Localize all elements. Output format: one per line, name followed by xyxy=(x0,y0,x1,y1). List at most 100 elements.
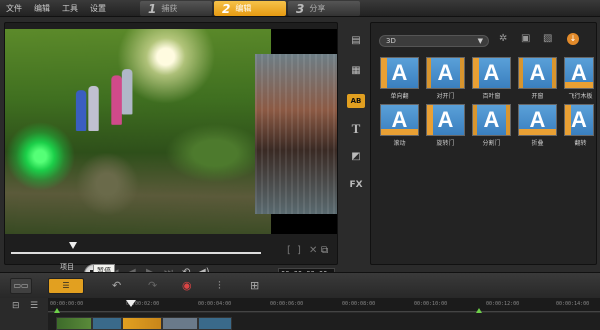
scrub-bar[interactable] xyxy=(11,252,261,254)
library-panel: 3D ▼ ✲ ▣ ▧ ↓ A A A A A 单向翻 对开门 百叶窗 开窗 飞行… xyxy=(370,22,597,265)
person-figure xyxy=(75,90,87,131)
thumbnail-label: 开窗 xyxy=(531,93,544,100)
thumbnail-label: 折叠 xyxy=(531,140,544,147)
thumbnail-label: 单向翻 xyxy=(390,93,409,100)
transition-thumbnail[interactable]: A xyxy=(472,104,511,136)
menu-file[interactable]: 文件 xyxy=(6,3,22,14)
title-icon[interactable]: T xyxy=(347,122,365,136)
split-icon[interactable]: ✕ xyxy=(309,245,317,256)
step-number: 3 xyxy=(296,1,305,16)
timeline-view-icon[interactable]: ☰ xyxy=(48,278,84,294)
step-label: 捕获 xyxy=(161,4,178,13)
category-dropdown-value: 3D xyxy=(386,37,396,45)
workflow-steps: 1 捕获 2 编辑 3 分享 xyxy=(140,1,370,16)
scrub-handle[interactable] xyxy=(69,242,77,249)
transition-wall-effect xyxy=(255,54,337,214)
thumbnail-glyph: A xyxy=(571,60,587,85)
mode-project-label[interactable]: 项目 xyxy=(60,262,74,272)
transition-thumbnail[interactable]: A xyxy=(518,57,557,89)
thumbnail-label: 分割门 xyxy=(482,140,501,147)
menu-settings[interactable]: 设置 xyxy=(90,3,106,14)
thumbnail-label: 飞行木板 xyxy=(568,93,593,100)
ruler-tick: 00:00:08:00 xyxy=(342,301,376,307)
step-capture[interactable]: 1 捕获 xyxy=(140,1,212,16)
thumbnail-label: 翻转 xyxy=(574,140,587,147)
step-share[interactable]: 3 分享 xyxy=(288,1,360,16)
favorite-add-icon[interactable]: ✲ xyxy=(499,33,507,44)
apply-all-icon[interactable]: ▣ xyxy=(521,33,530,44)
video-frame-scene xyxy=(5,29,272,234)
mark-out-icon[interactable]: ] xyxy=(297,245,301,256)
playhead[interactable] xyxy=(126,300,136,307)
timeline-toolbar: ▭▭ ☰ ↶ ↷ ◉ ⫶ ⊞ xyxy=(0,272,600,298)
instant-project-icon[interactable]: ▦ xyxy=(347,64,365,78)
preview-panel: [ ] ✕ ⧉ 项目 素材 ⏮ ◀ ▶ ⏭ ⟲ ◀) 00:00:00:06 xyxy=(4,22,338,284)
person-figure xyxy=(88,85,99,131)
chapter-icon[interactable]: ☰ xyxy=(30,301,38,311)
thumbnail-glyph: A xyxy=(437,60,454,85)
ruler-tick: 00:00:10:00 xyxy=(414,301,448,307)
menu-edit[interactable]: 编辑 xyxy=(34,3,50,14)
menu-tools[interactable]: 工具 xyxy=(62,3,78,14)
transition-thumbnail[interactable]: A xyxy=(472,57,511,89)
enlarge-icon[interactable]: ⧉ xyxy=(321,245,328,256)
track-header: ⊟ ☰ xyxy=(0,298,48,330)
menu-bar: 文件 编辑 工具 设置 1 捕获 2 编辑 3 分享 xyxy=(0,0,600,17)
media-icon[interactable]: ▤ xyxy=(347,34,365,48)
transition-thumbnail[interactable]: A xyxy=(426,104,465,136)
auto-music-icon[interactable]: ⊞ xyxy=(250,279,259,292)
storyboard-view-icon[interactable]: ▭▭ xyxy=(10,278,32,294)
ruler-tick: 00:00:12:00 xyxy=(486,301,520,307)
transition-thumbnail[interactable]: A xyxy=(518,104,557,136)
video-clip[interactable] xyxy=(162,317,198,330)
apply-random-icon[interactable]: ▧ xyxy=(543,33,552,44)
video-clip[interactable] xyxy=(198,317,232,330)
thumbnail-label: 百叶窗 xyxy=(482,93,501,100)
thumbnail-glyph: A xyxy=(483,60,500,85)
sound-mixer-icon[interactable]: ⫶ xyxy=(218,279,221,293)
transition-thumbnail[interactable]: A xyxy=(380,57,419,89)
video-clip[interactable] xyxy=(56,317,92,330)
step-label: 编辑 xyxy=(235,4,252,13)
ruler-tick: 00:00:00:00 xyxy=(50,301,84,307)
ruler-tick: 00:00:04:00 xyxy=(198,301,232,307)
thumbnail-glyph: A xyxy=(437,107,454,132)
library-category-bar: ▤ ▦ AB T ◩ FX xyxy=(344,22,368,265)
thumbnail-glyph: A xyxy=(571,107,587,132)
mark-in-icon[interactable]: [ xyxy=(287,245,291,256)
ruler-tick: 00:00:06:00 xyxy=(270,301,304,307)
undo-icon[interactable]: ↶ xyxy=(112,279,121,292)
video-clip[interactable] xyxy=(92,317,122,330)
thumbnail-glyph: A xyxy=(483,107,500,132)
options-icon[interactable]: ↓ xyxy=(567,33,579,45)
transition-thumbnail[interactable]: A xyxy=(564,57,594,89)
step-number: 2 xyxy=(222,1,231,16)
transition-thumbnail[interactable]: A xyxy=(426,57,465,89)
track-manager-icon[interactable]: ⊟ xyxy=(12,301,20,311)
transition-icon[interactable]: AB xyxy=(347,94,365,108)
transition-thumbnail[interactable]: A xyxy=(564,104,594,136)
thumbnail-glyph: A xyxy=(391,60,408,85)
person-figure xyxy=(121,68,133,115)
step-number: 1 xyxy=(148,1,157,16)
category-dropdown[interactable]: 3D ▼ xyxy=(379,35,489,47)
ruler-tick: 00:00:14:00 xyxy=(556,301,590,307)
transition-thumbnail[interactable]: A xyxy=(380,104,419,136)
thumbnail-glyph: A xyxy=(529,107,546,132)
thumbnail-glyph: A xyxy=(529,60,546,85)
transition-clip[interactable] xyxy=(122,317,162,330)
filter-icon[interactable]: FX xyxy=(347,178,365,192)
graphic-icon[interactable]: ◩ xyxy=(347,150,365,164)
chevron-down-icon: ▼ xyxy=(477,37,483,45)
thumbnail-label: 对开门 xyxy=(436,93,455,100)
thumbnail-glyph: A xyxy=(391,107,408,132)
thumbnail-label: 滚动 xyxy=(393,140,406,147)
thumbnail-label: 旋转门 xyxy=(436,140,455,147)
step-edit[interactable]: 2 编辑 xyxy=(214,1,286,16)
video-preview xyxy=(5,29,337,234)
step-label: 分享 xyxy=(309,4,326,13)
video-track xyxy=(48,313,600,330)
redo-icon[interactable]: ↷ xyxy=(148,279,157,292)
record-capture-icon[interactable]: ◉ xyxy=(182,279,192,292)
person-figure xyxy=(111,75,122,125)
